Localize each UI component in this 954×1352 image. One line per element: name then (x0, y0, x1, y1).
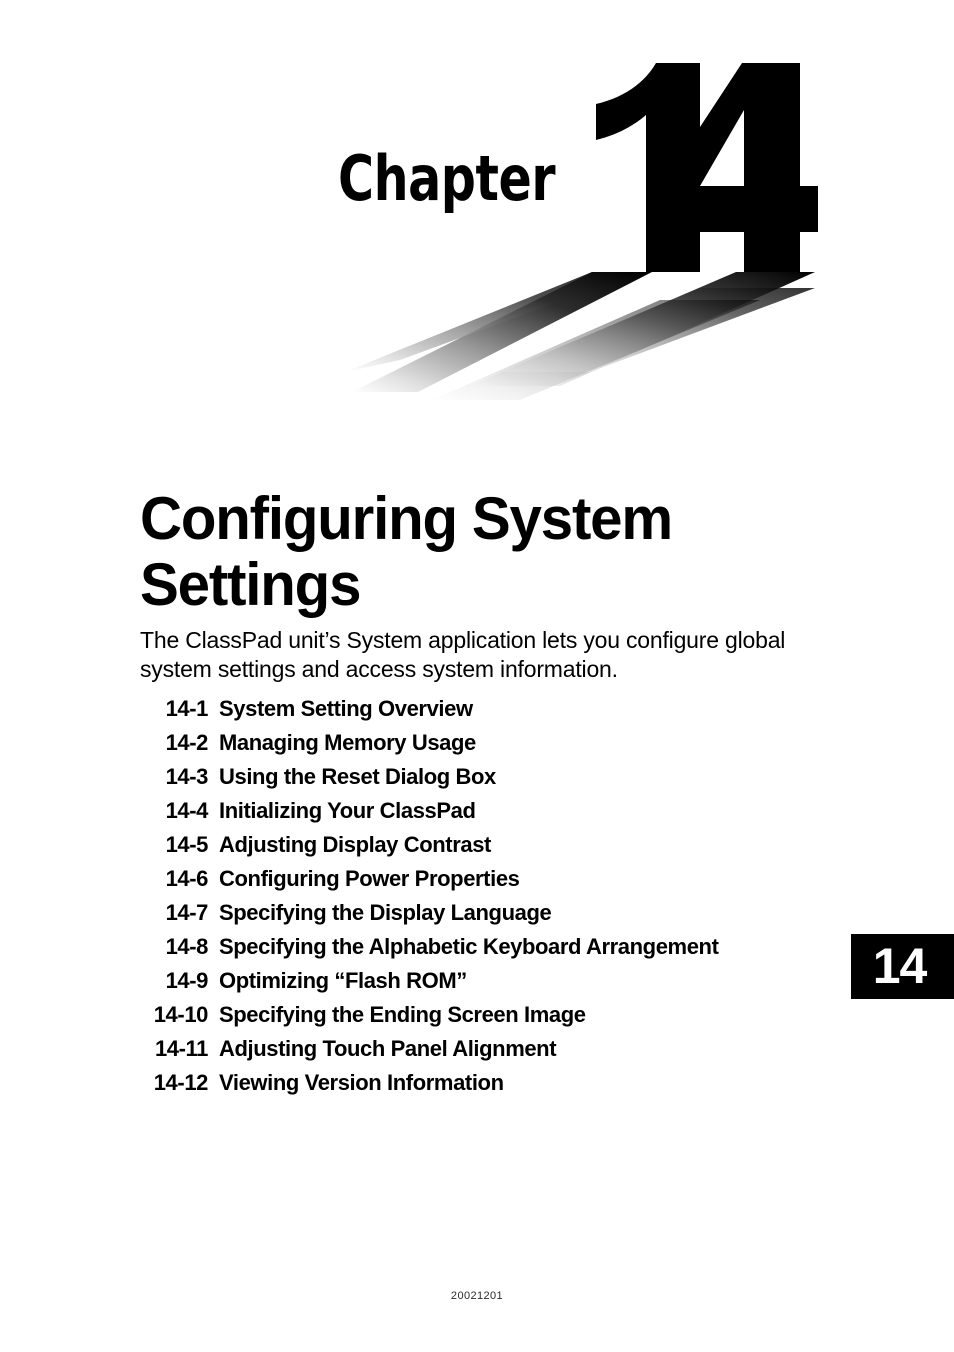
manual-page: Chapter Configuring System Settings The … (0, 0, 954, 1352)
chapter-word-label: Chapter (338, 142, 556, 215)
toc-entry-label: Using the Reset Dialog Box (219, 764, 496, 789)
toc-entry-label: Adjusting Touch Panel Alignment (219, 1036, 557, 1061)
toc-entry-label: Optimizing “Flash ROM” (219, 968, 467, 993)
chapter-number-graphic (345, 63, 818, 400)
toc-entry-label: System Setting Overview (219, 696, 473, 721)
toc-entry[interactable]: 14-10 Specifying the Ending Screen Image (140, 1002, 830, 1036)
toc-entry-number: 14-3 (165, 764, 209, 789)
toc-entry[interactable]: 14-3 Using the Reset Dialog Box (140, 764, 830, 798)
toc-entry[interactable]: 14-5 Adjusting Display Contrast (140, 832, 830, 866)
toc-entry[interactable]: 14-4 Initializing Your ClassPad (140, 798, 830, 832)
toc-entry-number: 14-4 (165, 798, 209, 823)
toc-entry[interactable]: 14-1 System Setting Overview (140, 696, 830, 730)
toc-entry[interactable]: 14-7 Specifying the Display Language (140, 900, 830, 934)
toc-entry-number: 14-2 (165, 730, 209, 755)
toc-entry-label: Configuring Power Properties (219, 866, 520, 891)
title-block: Configuring System Settings The ClassPad… (140, 486, 840, 684)
intro-paragraph: The ClassPad unit’s System application l… (140, 627, 786, 682)
toc-entry-number: 14-8 (165, 934, 209, 959)
toc-entry[interactable]: 14-12 Viewing Version Information (140, 1070, 830, 1104)
toc-entry-label: Viewing Version Information (219, 1070, 504, 1095)
toc-entry[interactable]: 14-8 Specifying the Alphabetic Keyboard … (140, 934, 830, 968)
toc-entry[interactable]: 14-6 Configuring Power Properties (140, 866, 830, 900)
toc-entry-number: 14-5 (165, 832, 209, 857)
toc-entry-number: 14-11 (154, 1036, 208, 1061)
toc-entry-label: Initializing Your ClassPad (219, 798, 476, 823)
page-title-line-2: Settings (140, 551, 361, 618)
toc-entry[interactable]: 14-2 Managing Memory Usage (140, 730, 830, 764)
toc-entry-label: Specifying the Ending Screen Image (219, 1002, 586, 1027)
page-footer-code: 20021201 (450, 1290, 504, 1302)
chapter-header-art: Chapter (0, 0, 954, 460)
toc-entry-label: Specifying the Alphabetic Keyboard Arran… (219, 934, 719, 959)
toc-entry[interactable]: 14-11 Adjusting Touch Panel Alignment (140, 1036, 830, 1070)
page-title-line-1: Configuring System (140, 485, 673, 552)
toc-entry-number: 14-1 (165, 696, 209, 721)
toc-entry-number: 14-10 (153, 1002, 209, 1027)
toc-entry-label: Managing Memory Usage (219, 730, 476, 755)
page-title: Configuring System Settings (140, 486, 819, 618)
toc-entry-number: 14-9 (165, 968, 209, 993)
toc-entry-number: 14-12 (153, 1070, 209, 1095)
toc-entry-number: 14-7 (165, 900, 209, 925)
toc-entry-number: 14-6 (165, 866, 209, 891)
toc-entry[interactable]: 14-9 Optimizing “Flash ROM” (140, 968, 830, 1002)
toc-entry-label: Adjusting Display Contrast (219, 832, 491, 857)
toc-entry-label: Specifying the Display Language (219, 900, 552, 925)
chapter-thumb-tab: 14 (851, 934, 954, 999)
table-of-contents: 14-1 System Setting Overview 14-2 Managi… (140, 696, 830, 1104)
